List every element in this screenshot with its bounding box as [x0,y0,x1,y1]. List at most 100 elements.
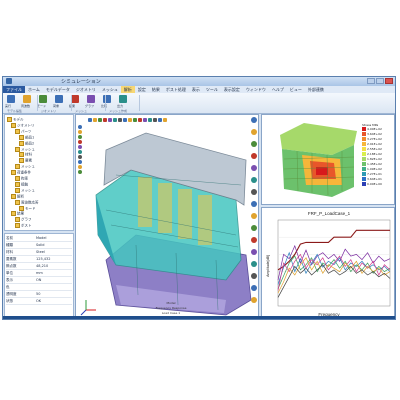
side-tool-icon[interactable] [251,189,257,195]
tree-item-label: 周波数応答 [21,200,39,205]
ribbon-label-0[interactable]: 実行 [5,104,11,108]
menu-item-0[interactable]: ファイル [3,86,25,93]
side-tool-icon[interactable] [251,201,257,207]
property-row[interactable]: 状態 OK [6,299,72,305]
right-tool-strip [250,117,258,317]
property-value[interactable]: Steel [36,250,45,255]
tree-item[interactable]: 部品1 [19,134,34,140]
menu-item-5[interactable]: 解析 [120,86,135,93]
menu-item-1[interactable]: ホーム [25,86,43,93]
side-tool-icon[interactable] [251,117,257,123]
menu-item-10[interactable]: ツール [203,86,221,93]
property-value[interactable]: OK [36,299,41,304]
side-tool-icon[interactable] [251,225,257,231]
menu-item-3[interactable]: ジオメトリ [73,86,99,93]
minimize-icon[interactable] [367,78,375,84]
ribbon-icon-4[interactable] [71,95,79,103]
side-tool-icon[interactable] [251,237,257,243]
tree-item[interactable]: モード [19,205,36,211]
menu-item-4[interactable]: メッシュ [99,86,121,93]
contour-viewport[interactable]: Stress MPa 4.00E+02 3.64E+02 3.27E+02 2.91E… [261,114,395,205]
ribbon-label-3[interactable]: 荷重 [53,104,59,108]
property-value[interactable]: 50 [36,292,40,297]
tree-item[interactable]: グラフ [15,217,32,223]
ribbon-group-label-2: メッシュ [75,109,88,113]
legend-swatch [362,147,366,151]
menu-item-14[interactable]: ビュー [287,86,305,93]
graph-viewport[interactable]: FRF_P_LoadCase_1 Frequency Amplitude[dB] [261,207,395,319]
chart-title: FRF_P_LoadCase_1 [308,211,351,216]
menu-item-9[interactable]: 表示 [189,86,203,93]
menu-item-2[interactable]: モデルデータ [43,86,73,93]
property-row[interactable]: 透明度 50 [6,292,72,298]
menu-item-15[interactable]: 外部連携 [305,86,327,93]
property-row[interactable]: 色 [6,285,72,291]
app-icon[interactable] [6,78,12,84]
menu-item-7[interactable]: 結果 [149,86,163,93]
tree-item-label: ポスト [21,223,32,228]
tree-item[interactable]: 結果 [11,211,24,217]
tree-item[interactable]: ポスト [15,223,32,229]
maximize-icon[interactable] [376,78,384,84]
tree-item[interactable]: メッシュ [15,187,35,193]
property-row[interactable]: 単位 mm [6,271,72,277]
tree-item[interactable]: メッシュ [15,146,35,152]
tree-item[interactable]: 荷重条件 [11,170,31,176]
ribbon-label-6[interactable]: 比較 [101,104,107,108]
tree-item[interactable]: 解析 [11,193,24,199]
menu-item-12[interactable]: ウィンドウ [243,86,269,93]
tree-item[interactable]: メッシュ [15,164,35,170]
ribbon-label-1[interactable]: 周波数 [21,104,30,108]
ribbon-label-2[interactable]: モード [37,104,46,108]
side-tool-icon[interactable] [251,273,257,279]
property-value[interactable]: 48,210 [36,264,48,269]
property-row[interactable]: 名前 Model [6,236,72,242]
ribbon-icon-5[interactable] [87,95,95,103]
folder-icon [15,128,20,134]
menu-item-8[interactable]: ポスト処理 [163,86,189,93]
ribbon-icon-2[interactable] [39,95,47,103]
tree-item[interactable]: 周波数応答 [15,199,39,205]
ribbon-label-5[interactable]: グラフ [85,104,94,108]
side-tool-icon[interactable] [251,165,257,171]
side-tool-icon[interactable] [251,285,257,291]
property-row[interactable]: 材料 Steel [6,250,72,256]
tree-item[interactable]: ジオメトリ [11,122,35,128]
property-value[interactable]: ON [36,278,41,283]
menu-item-13[interactable]: ヘルプ [269,86,287,93]
ribbon-label-4[interactable]: 結果 [69,104,75,108]
ribbon-label-7[interactable]: 出力 [117,104,123,108]
property-row[interactable]: 表示 ON [6,278,72,284]
ribbon-icon-7[interactable] [119,95,127,103]
ribbon-icon-3[interactable] [55,95,63,103]
tree-item[interactable]: モデル [7,117,24,122]
model-viewport[interactable]: Model Frequency Response Load Case 1 [75,114,259,319]
property-row[interactable]: 要素数 125,432 [6,257,72,263]
menu-item-11[interactable]: 表示設定 [221,86,243,93]
side-tool-icon[interactable] [251,261,257,267]
tree-item[interactable]: 部品2 [19,140,34,146]
tree-item[interactable]: 材料 [19,152,32,158]
tree-item[interactable]: 接触 [15,181,28,187]
tree-item[interactable]: 要素 [19,158,32,164]
property-value[interactable]: Model [36,236,47,241]
menu-item-6[interactable]: 設定 [135,86,149,93]
ribbon-icon-1[interactable] [23,95,31,103]
close-icon[interactable] [385,78,393,84]
folder-icon [15,176,20,181]
side-tool-icon[interactable] [251,129,257,135]
ribbon-icon-0[interactable] [7,95,15,103]
side-tool-icon[interactable] [251,297,257,303]
side-tool-icon[interactable] [251,213,257,219]
tree-item[interactable]: 拘束 [15,176,28,181]
property-row[interactable]: 節点数 48,210 [6,264,72,270]
side-tool-icon[interactable] [251,249,257,255]
tree-item[interactable]: パーツ [15,128,31,134]
side-tool-icon[interactable] [251,177,257,183]
property-value[interactable]: Solid [36,243,45,248]
property-value[interactable]: 125,432 [36,257,50,262]
property-row[interactable]: 種類 Solid [6,243,72,249]
property-value[interactable]: mm [36,271,43,276]
side-tool-icon[interactable] [251,141,257,147]
side-tool-icon[interactable] [251,153,257,159]
